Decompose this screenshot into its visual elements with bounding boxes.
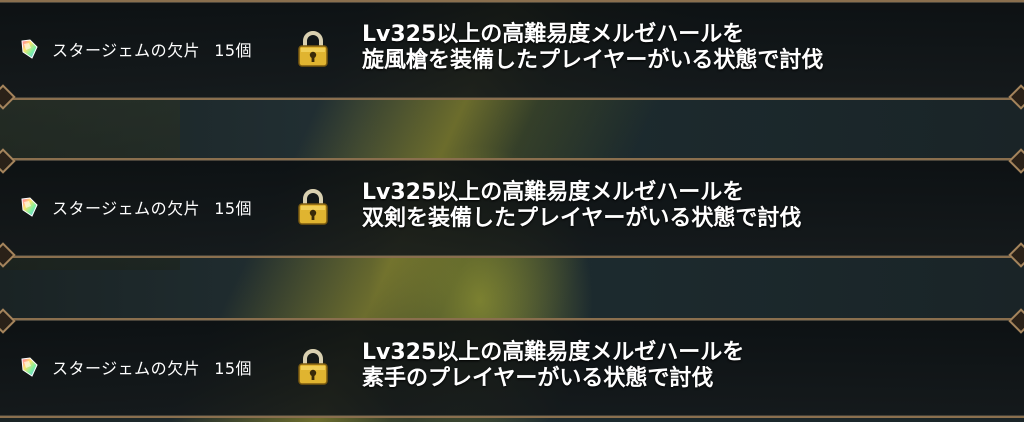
reward-name: スタージェムの欠片 bbox=[52, 359, 201, 378]
star-gem-fragment-icon bbox=[18, 356, 40, 378]
condition-line-2: 素手のプレイヤーがいる状態で討伐 bbox=[362, 366, 714, 391]
condition-line-1: Lv325以上の高難易度メルゼハールを bbox=[362, 340, 745, 365]
reward-name: スタージェムの欠片 bbox=[52, 199, 201, 218]
padlock-icon bbox=[296, 348, 330, 386]
padlock-icon bbox=[296, 188, 330, 226]
padlock-icon bbox=[296, 30, 330, 68]
reward: スタージェムの欠片 15個 bbox=[18, 192, 252, 222]
reward: スタージェムの欠片 15個 bbox=[18, 34, 252, 64]
mission-condition: Lv325以上の高難易度メルゼハールを 素手のプレイヤーがいる状態で討伐 bbox=[362, 340, 744, 392]
mission-condition: Lv325以上の高難易度メルゼハールを 双剣を装備したプレイヤーがいる状態で討伐 bbox=[362, 180, 801, 232]
star-gem-fragment-icon bbox=[18, 38, 40, 60]
condition-line-1: Lv325以上の高難易度メルゼハールを bbox=[362, 22, 745, 47]
reward-count: 15個 bbox=[214, 359, 253, 378]
mission-row[interactable]: スタージェムの欠片 15個 Lv325以上の高難易度メルゼハールを 素手のプレイ… bbox=[0, 308, 1024, 418]
star-gem-fragment-icon bbox=[18, 196, 40, 218]
reward: スタージェムの欠片 15個 bbox=[18, 352, 252, 382]
mission-row[interactable]: スタージェムの欠片 15個 Lv325以上の高難易度メルゼハールを 旋風槍を装備… bbox=[0, 0, 1024, 110]
reward-name: スタージェムの欠片 bbox=[52, 41, 201, 60]
condition-line-2: 双剣を装備したプレイヤーがいる状態で討伐 bbox=[362, 206, 802, 231]
reward-count: 15個 bbox=[214, 41, 253, 60]
mission-condition: Lv325以上の高難易度メルゼハールを 旋風槍を装備したプレイヤーがいる状態で討… bbox=[362, 22, 823, 74]
condition-line-1: Lv325以上の高難易度メルゼハールを bbox=[362, 180, 745, 205]
mission-row[interactable]: スタージェムの欠片 15個 Lv325以上の高難易度メルゼハールを 双剣を装備し… bbox=[0, 148, 1024, 268]
condition-line-2: 旋風槍を装備したプレイヤーがいる状態で討伐 bbox=[362, 48, 824, 73]
reward-count: 15個 bbox=[214, 199, 253, 218]
